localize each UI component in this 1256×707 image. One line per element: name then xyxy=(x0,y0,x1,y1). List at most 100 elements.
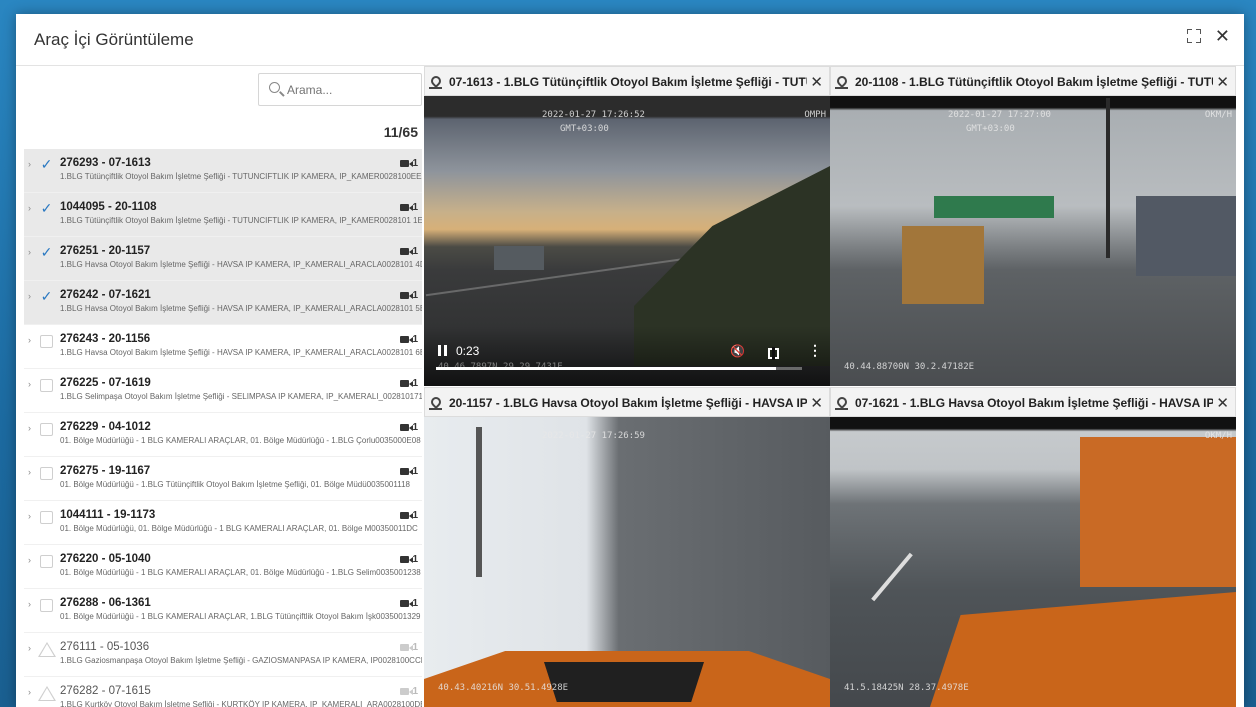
vehicle-checkbox[interactable]: ✓ xyxy=(40,289,53,303)
list-item[interactable]: › 276225 - 07-1619 1.BLG Selimpaşa Otoyo… xyxy=(24,369,422,413)
vehicle-subtitle: 1.BLG Havsa Otoyol Bakım İşletme Şefliği… xyxy=(60,348,422,357)
list-item[interactable]: › 276288 - 06-1361 01. Bölge Müdürlüğü -… xyxy=(24,589,422,633)
video-tile: 07-1613 - 1.BLG Tütünçiftlik Otoyol Bakı… xyxy=(424,66,830,386)
vehicle-title: 276282 - 07-1615 xyxy=(60,685,151,697)
camera-video[interactable]: 2022-01-27 17:26:52 GMT+03:00 OMPH 40.46… xyxy=(424,96,830,386)
expand-caret-icon[interactable]: › xyxy=(28,335,31,345)
list-item[interactable]: › ✓ 276293 - 07-1613 1.BLG Tütünçiftlik … xyxy=(24,149,422,193)
vehicle-title: 1044095 - 20-1108 xyxy=(60,201,157,213)
camera-video[interactable]: OKM/H 41.5.18425N 28.37.4978E xyxy=(830,417,1236,707)
expand-caret-icon[interactable]: › xyxy=(28,643,31,653)
camera-count: 1 xyxy=(400,202,418,213)
tile-header: 07-1613 - 1.BLG Tütünçiftlik Otoyol Bakı… xyxy=(424,66,830,96)
search-icon xyxy=(269,82,280,93)
video-camera-icon xyxy=(400,688,414,695)
expand-caret-icon[interactable]: › xyxy=(28,203,31,213)
search-box[interactable] xyxy=(258,73,422,106)
vehicle-subtitle: 01. Bölge Müdürlüğü - 1 BLG KAMERALI ARA… xyxy=(60,612,421,621)
video-camera-icon xyxy=(400,600,414,607)
camera-video[interactable]: 2022-01-27 17:26:59 40.43.40216N 30.51.4… xyxy=(424,417,830,707)
video-progress-bar[interactable] xyxy=(436,367,802,370)
close-tile-icon[interactable]: ✕ xyxy=(810,73,823,91)
osd-timestamp: 2022-01-27 17:26:52 xyxy=(542,110,645,120)
expand-icon[interactable] xyxy=(1186,29,1201,43)
video-tile: 20-1157 - 1.BLG Havsa Otoyol Bakım İşlet… xyxy=(424,387,830,707)
vehicle-title: 276111 - 05-1036 xyxy=(60,641,150,653)
expand-caret-icon[interactable]: › xyxy=(28,247,31,257)
expand-caret-icon[interactable]: › xyxy=(28,467,31,477)
location-pin-icon xyxy=(834,73,850,89)
close-tile-icon[interactable]: ✕ xyxy=(810,394,823,412)
location-pin-icon xyxy=(428,394,444,410)
video-camera-icon xyxy=(400,380,414,387)
location-pin-icon xyxy=(428,73,444,89)
vehicle-checkbox[interactable] xyxy=(40,467,53,480)
list-item[interactable]: › 276243 - 20-1156 1.BLG Havsa Otoyol Ba… xyxy=(24,325,422,369)
list-item[interactable]: › 276220 - 05-1040 01. Bölge Müdürlüğü -… xyxy=(24,545,422,589)
expand-caret-icon[interactable]: › xyxy=(28,687,31,697)
vehicle-title: 276243 - 20-1156 xyxy=(60,333,151,345)
vehicle-checkbox[interactable] xyxy=(40,599,53,612)
close-tile-icon[interactable]: ✕ xyxy=(1216,73,1229,91)
osd-speed: OKM/H xyxy=(1204,431,1232,441)
list-item[interactable]: › 276111 - 05-1036 1.BLG Gaziosmanpaşa O… xyxy=(24,633,422,677)
vehicle-title: 276229 - 04-1012 xyxy=(60,421,151,433)
vehicle-checkbox[interactable] xyxy=(40,555,53,568)
camera-count: 1 xyxy=(400,290,418,301)
vehicle-title: 276242 - 07-1621 xyxy=(60,289,151,301)
list-item[interactable]: › 1044111 - 19-1173 01. Bölge Müdürlüğü,… xyxy=(24,501,422,545)
tile-title: 07-1613 - 1.BLG Tütünçiftlik Otoyol Bakı… xyxy=(449,75,807,89)
video-camera-icon xyxy=(400,204,414,211)
list-item[interactable]: › ✓ 276242 - 07-1621 1.BLG Havsa Otoyol … xyxy=(24,281,422,325)
pause-icon[interactable] xyxy=(438,345,448,356)
video-camera-icon xyxy=(400,468,414,475)
expand-caret-icon[interactable]: › xyxy=(28,379,31,389)
vehicle-checkbox[interactable]: ✓ xyxy=(40,245,53,259)
expand-caret-icon[interactable]: › xyxy=(28,555,31,565)
camera-count: 1 xyxy=(400,642,418,653)
video-tile: 07-1621 - 1.BLG Havsa Otoyol Bakım İşlet… xyxy=(830,387,1236,707)
vehicle-subtitle: 1.BLG Selimpaşa Otoyol Bakım İşletme Şef… xyxy=(60,392,422,401)
more-options-icon[interactable]: ⋮ xyxy=(808,342,822,359)
list-item[interactable]: › 276282 - 07-1615 1.BLG Kurtköy Otoyol … xyxy=(24,677,422,707)
vehicle-subtitle: 01. Bölge Müdürlüğü - 1 BLG KAMERALI ARA… xyxy=(60,436,421,445)
camera-count: 1 xyxy=(400,422,418,433)
tile-title: 20-1108 - 1.BLG Tütünçiftlik Otoyol Bakı… xyxy=(855,75,1213,89)
vehicle-checkbox[interactable] xyxy=(40,511,53,524)
in-vehicle-view-modal: Araç İçi Görüntüleme ✕ 11/65 › ✓ 276293 … xyxy=(16,14,1244,707)
video-camera-icon xyxy=(400,292,414,299)
close-tile-icon[interactable]: ✕ xyxy=(1216,394,1229,412)
camera-video[interactable]: 2022-01-27 17:27:00 GMT+03:00 OKM/H 40.4… xyxy=(830,96,1236,386)
close-modal-icon[interactable]: ✕ xyxy=(1215,27,1230,45)
expand-caret-icon[interactable]: › xyxy=(28,511,31,521)
search-input[interactable] xyxy=(287,81,412,99)
tile-header: 07-1621 - 1.BLG Havsa Otoyol Bakım İşlet… xyxy=(830,387,1236,417)
video-camera-icon xyxy=(400,512,414,519)
list-item[interactable]: › ✓ 276251 - 20-1157 1.BLG Havsa Otoyol … xyxy=(24,237,422,281)
list-item[interactable]: › ✓ 1044095 - 20-1108 1.BLG Tütünçiftlik… xyxy=(24,193,422,237)
fullscreen-icon[interactable] xyxy=(768,347,779,360)
expand-caret-icon[interactable]: › xyxy=(28,159,31,169)
vehicle-sidebar: 11/65 › ✓ 276293 - 07-1613 1.BLG Tütünçi… xyxy=(24,66,424,707)
vehicle-checkbox[interactable] xyxy=(40,379,53,392)
vehicle-title: 276225 - 07-1619 xyxy=(60,377,151,389)
vehicle-title: 276220 - 05-1040 xyxy=(60,553,151,565)
expand-caret-icon[interactable]: › xyxy=(28,599,31,609)
osd-timezone: GMT+03:00 xyxy=(560,124,609,134)
expand-caret-icon[interactable]: › xyxy=(28,423,31,433)
vehicle-title: 276275 - 19-1167 xyxy=(60,465,151,477)
list-item[interactable]: › 276229 - 04-1012 01. Bölge Müdürlüğü -… xyxy=(24,413,422,457)
vehicle-checkbox[interactable] xyxy=(40,423,53,436)
vehicle-checkbox[interactable]: ✓ xyxy=(40,157,53,171)
tile-title: 07-1621 - 1.BLG Havsa Otoyol Bakım İşlet… xyxy=(855,396,1213,410)
video-camera-icon xyxy=(400,424,414,431)
expand-caret-icon[interactable]: › xyxy=(28,291,31,301)
vehicle-subtitle: 01. Bölge Müdürlüğü - 1.BLG Tütünçiftlik… xyxy=(60,480,410,489)
vehicle-count: 11/65 xyxy=(383,124,418,140)
list-item[interactable]: › 276275 - 19-1167 01. Bölge Müdürlüğü -… xyxy=(24,457,422,501)
vehicle-checkbox[interactable]: ✓ xyxy=(40,201,53,215)
vehicle-checkbox[interactable] xyxy=(40,335,53,348)
vehicle-subtitle: 1.BLG Gaziosmanpaşa Otoyol Bakım İşletme… xyxy=(60,656,422,665)
osd-coordinates: 40.44.88700N 30.2.47182E xyxy=(844,362,975,372)
muted-speaker-icon[interactable]: 🔇 xyxy=(730,344,745,358)
